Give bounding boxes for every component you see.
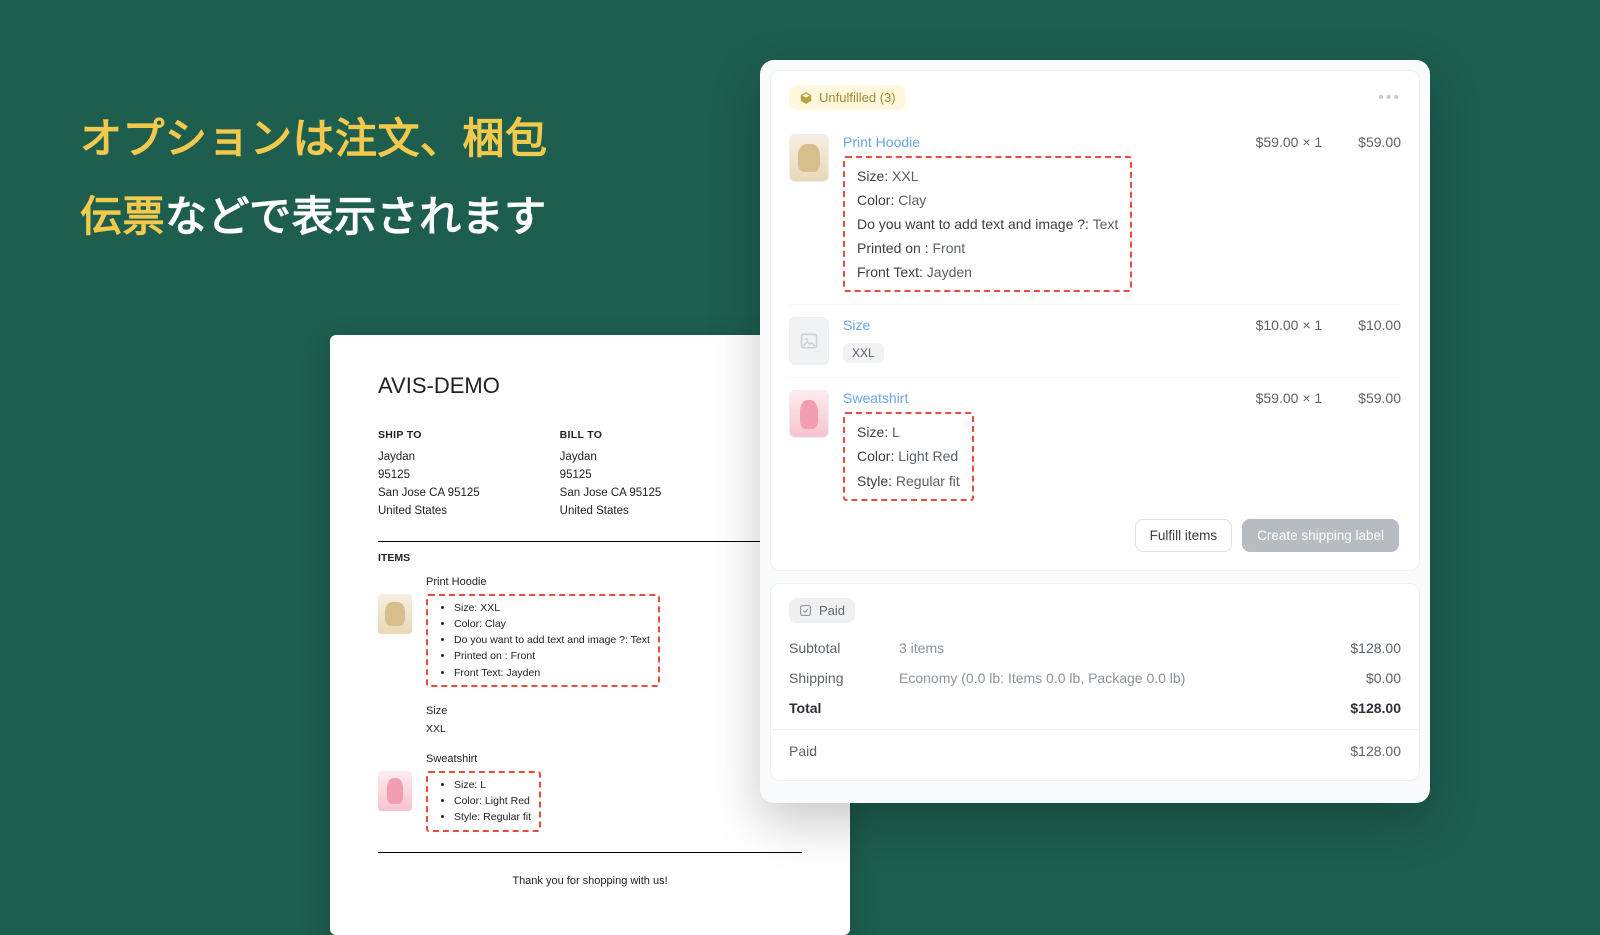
order-line: Sweatshirt Size: L Color: Light Red Styl… [789, 377, 1401, 512]
opt-key: Size: [857, 168, 892, 184]
product-title-link[interactable]: Print Hoodie [843, 134, 1242, 150]
subtotal-amount: $128.00 [1350, 640, 1401, 656]
options-highlight: Size: XXL Color: Clay Do you want to add… [843, 156, 1132, 292]
paid-row-label: Paid [789, 743, 817, 759]
opt-val: XXL [892, 168, 918, 184]
slip-option: Size: XXL [454, 600, 650, 616]
unfulfilled-label: Unfulfilled (3) [819, 90, 896, 105]
product-thumb-icon [789, 134, 829, 182]
product-thumb-icon [378, 594, 412, 634]
slip-item: Sweatshirt Size: L Color: Light Red Styl… [378, 753, 802, 832]
headline-line2-accent: 伝票 [80, 193, 165, 240]
unit-price: $59.00 × 1 [1256, 390, 1323, 406]
product-thumb-icon [789, 317, 829, 365]
total-label: Total [789, 700, 821, 716]
order-line: Size XXL $10.00 × 1 $10.00 [789, 304, 1401, 377]
slip-option: Color: Light Red [454, 793, 531, 809]
image-placeholder-icon [799, 331, 819, 351]
options-highlight: Size: L Color: Light Red Style: Regular … [426, 771, 541, 832]
line-total: $59.00 [1358, 134, 1401, 150]
slip-option: Size: L [454, 777, 531, 793]
slip-brand: AVIS-DEMO [378, 373, 802, 399]
more-icon[interactable]: ••• [1378, 89, 1401, 107]
slip-option: Do you want to add text and image ?: Tex… [454, 632, 650, 648]
paid-label: Paid [819, 603, 845, 618]
headline-line1: オプションは注文、梱包 [80, 115, 548, 162]
line-total: $10.00 [1358, 317, 1401, 333]
total-amount: $128.00 [1350, 700, 1401, 716]
opt-val: Regular fit [896, 473, 960, 489]
opt-key: Do you want to add text and image ?: [857, 216, 1093, 232]
unit-price: $10.00 × 1 [1256, 317, 1323, 333]
options-highlight: Size: L Color: Light Red Style: Regular … [843, 412, 974, 500]
opt-val: Jayden [927, 264, 972, 280]
slip-item: Print Hoodie Size: XXL Color: Clay Do yo… [378, 576, 802, 687]
slip-item-name: Size [426, 705, 802, 717]
slip-option: XXL [426, 723, 802, 735]
opt-key: Color: [857, 192, 898, 208]
order-line: Print Hoodie Size: XXL Color: Clay Do yo… [789, 122, 1401, 304]
ship-to-line: San Jose CA 95125 [378, 485, 480, 503]
line-total: $59.00 [1358, 390, 1401, 406]
ship-to-heading: SHIP TO [378, 427, 480, 443]
bill-to-line: Jaydan [560, 449, 662, 467]
opt-val: Light Red [898, 448, 958, 464]
variant-pill: XXL [843, 343, 884, 363]
ship-to-line: 95125 [378, 467, 480, 485]
ship-to: SHIP TO Jaydan 95125 San Jose CA 95125 U… [378, 427, 480, 521]
slip-option: Color: Clay [454, 616, 650, 632]
subtotal-label: Subtotal [789, 640, 879, 656]
bill-to: BILL TO Jaydan 95125 San Jose CA 95125 U… [560, 427, 662, 521]
check-square-icon [799, 604, 812, 617]
opt-val: Text [1093, 216, 1119, 232]
paid-row-amount: $128.00 [1350, 743, 1401, 759]
slip-item-name: Print Hoodie [426, 576, 802, 588]
shipping-label: Shipping [789, 670, 879, 686]
slip-option: Style: Regular fit [454, 809, 531, 825]
headline: オプションは注文、梱包 伝票などで表示されます [80, 100, 548, 255]
options-highlight: Size: XXL Color: Clay Do you want to add… [426, 594, 660, 687]
fulfill-items-button[interactable]: Fulfill items [1135, 519, 1233, 552]
create-shipping-label-button[interactable]: Create shipping label [1242, 519, 1399, 552]
bill-to-heading: BILL TO [560, 427, 662, 443]
slip-option: Printed on : Front [454, 648, 650, 664]
box-icon [799, 91, 813, 105]
bill-to-line: San Jose CA 95125 [560, 485, 662, 503]
ship-to-line: Jaydan [378, 449, 480, 467]
subtotal-desc: 3 items [899, 640, 1330, 656]
slip-item-name: Sweatshirt [426, 753, 802, 765]
shipping-desc: Economy (0.0 lb: Items 0.0 lb, Package 0… [899, 670, 1346, 686]
opt-val: L [892, 424, 900, 440]
paid-badge: Paid [789, 598, 855, 623]
unit-price: $59.00 × 1 [1256, 134, 1323, 150]
product-title-link[interactable]: Size [843, 317, 1242, 333]
product-thumb-icon [378, 771, 412, 811]
unfulfilled-badge: Unfulfilled (3) [789, 85, 906, 110]
slip-thanks: Thank you for shopping with us! [378, 875, 802, 887]
opt-key: Style: [857, 473, 896, 489]
payment-card: Paid Subtotal 3 items $128.00 Shipping E… [770, 583, 1420, 781]
slip-item: Size XXL [378, 705, 802, 735]
bill-to-line: United States [560, 503, 662, 521]
fulfilment-card: Unfulfilled (3) ••• Print Hoodie Size: X… [770, 70, 1420, 571]
headline-line2-rest: などで表示されます [165, 193, 547, 240]
slip-option: Front Text: Jayden [454, 665, 650, 681]
opt-key: Color: [857, 448, 898, 464]
shipping-amount: $0.00 [1366, 670, 1401, 686]
items-heading: ITEMS [378, 552, 802, 564]
opt-key: Front Text: [857, 264, 927, 280]
bill-to-line: 95125 [560, 467, 662, 485]
order-panel: Unfulfilled (3) ••• Print Hoodie Size: X… [760, 60, 1430, 803]
opt-val: Clay [898, 192, 926, 208]
opt-val: Front [933, 240, 966, 256]
product-thumb-icon [789, 390, 829, 438]
opt-key: Printed on : [857, 240, 933, 256]
ship-to-line: United States [378, 503, 480, 521]
product-title-link[interactable]: Sweatshirt [843, 390, 1242, 406]
opt-key: Size: [857, 424, 892, 440]
